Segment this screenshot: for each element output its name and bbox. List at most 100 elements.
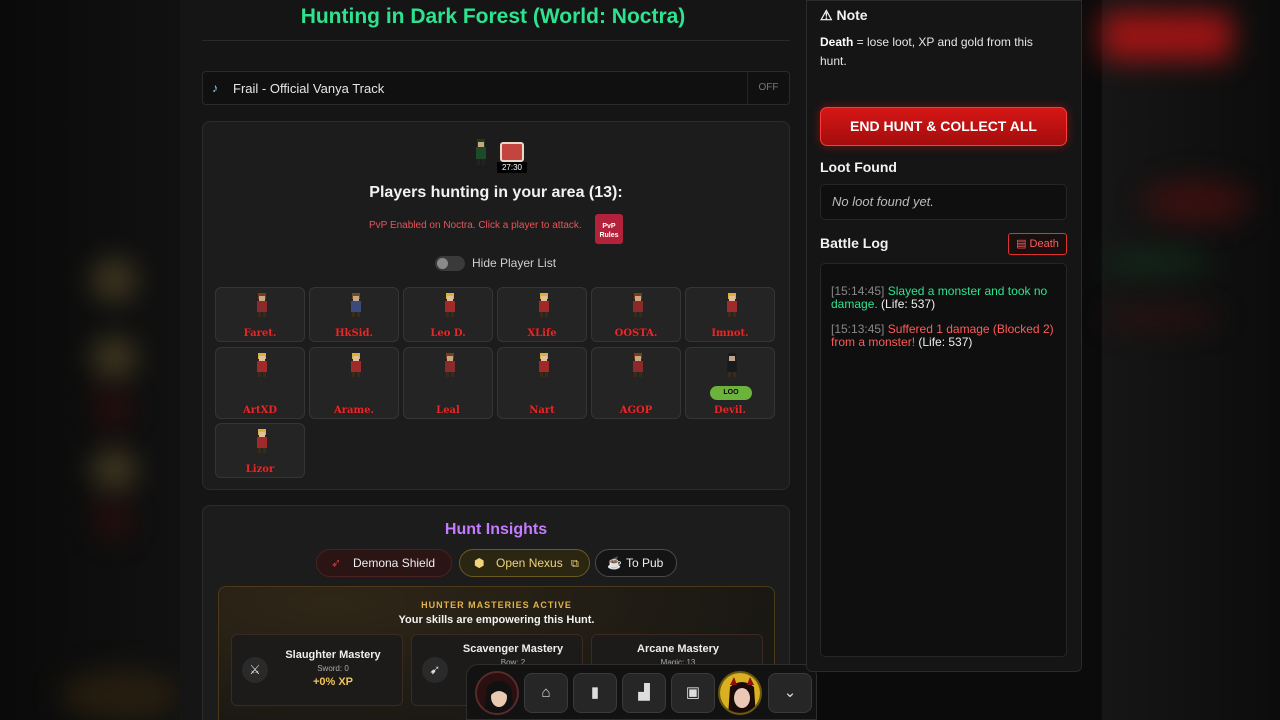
companion-portrait-icon [720,673,760,713]
book-icon: ▤ [1016,238,1027,250]
note-title: Note [836,7,868,23]
insights-title: Hunt Insights [444,521,548,538]
player-sprite-icon [727,293,737,317]
player-name: Nart [529,405,555,416]
battle-log-heading: Battle Log [820,235,889,251]
battle-log: [15:14:45] Slayed a monster and took no … [820,263,1067,657]
hunter-sprite-icon [476,139,486,165]
pvp-notice: PvP Enabled on Noctra. Click a player to… [369,220,582,231]
warning-icon: ⚠ [820,7,833,23]
background-left [0,0,180,720]
player-card[interactable]: Nart [497,347,587,419]
player-sprite-icon [633,353,643,377]
demona-shield-button[interactable]: ➶ Demona Shield [316,549,452,577]
open-nexus-button[interactable]: ⬢ Open Nexus ⧉ [459,549,590,577]
background-right [1102,0,1280,720]
note-death-word: Death [820,35,854,49]
companion-avatar[interactable] [718,671,762,715]
death-button-label: Death [1029,238,1059,250]
death-log-button[interactable]: ▤ Death [1008,233,1067,255]
player-sprite-icon [257,353,267,377]
player-sprite-icon [445,293,455,317]
page-title: Hunting in Dark Forest (World: Noctra) [300,5,686,28]
loot-chest-icon[interactable] [500,142,524,162]
masteries-heading: HUNTER MASTERIES ACTIVE [421,600,572,610]
player-name: XLife [527,328,557,339]
player-sprite-icon [257,429,267,453]
player-card[interactable]: ArtXD [215,347,305,419]
mug-icon: ▮ [590,684,600,701]
demona-shield-label: Demona Shield [353,556,436,570]
player-card[interactable]: HkSid. [309,287,399,342]
player-name: Faret. [243,328,277,339]
nav-expand-button[interactable]: ⌄ [768,673,812,713]
player-sprite-icon [633,293,643,317]
divider [202,40,790,41]
nav-leaderboard-button[interactable]: ▟ [622,673,666,713]
mastery-bonus: +0% XP [312,676,354,688]
feather-icon: ➶ [331,556,342,570]
player-card[interactable]: XLife [497,287,587,342]
chevron-down-icon: ⌄ [783,684,797,701]
nav-pub-button[interactable]: ▮ [573,673,617,713]
player-card[interactable]: Leo D. [403,287,493,342]
player-sprite-icon [351,293,361,317]
player-card[interactable]: OOSTA. [591,287,681,342]
player-name: Devil. [714,405,746,416]
nav-money-button[interactable]: ▣ [671,673,715,713]
player-card[interactable]: LOO Devil. [685,347,775,419]
pvp-rules-button[interactable]: PvP Rules [595,214,623,244]
log-entry: [15:13:45] Suffered 1 damage (Blocked 2)… [831,323,1059,349]
player-sprite-icon [539,353,549,377]
player-card[interactable]: Faret. [215,287,305,342]
log-life: (Life: 537) [918,335,973,349]
money-icon: ▣ [685,684,701,701]
mastery-name: Arcane Mastery [637,643,719,655]
music-player[interactable]: ♪ Frail - Official Vanya Track OFF [202,71,790,105]
log-entry: [15:14:45] Slayed a monster and took no … [831,285,1059,311]
player-card[interactable]: Imnot. [685,287,775,342]
music-track-title: Frail - Official Vanya Track [233,81,385,96]
player-name: Leal [436,405,460,416]
music-note-icon: ♪ [212,81,218,95]
loot-list: No loot found yet. [820,184,1067,220]
chest-timer: 27:30 [497,162,527,173]
player-name: OOSTA. [614,328,658,339]
player-card[interactable]: Arame. [309,347,399,419]
player-name: Arame. [334,405,374,416]
podium-icon: ▟ [638,684,650,701]
log-timestamp: [15:13:45] [831,322,885,336]
hunt-main: Hunting in Dark Forest (World: Noctra) ♪… [180,0,806,720]
player-sprite-icon [351,353,361,377]
player-guild-badge: LOO [710,386,752,400]
player-avatar[interactable] [475,671,519,715]
end-hunt-button[interactable]: END HUNT & COLLECT ALL [820,107,1067,146]
avatar-portrait-icon [477,673,517,713]
hex-icon: ⬢ [474,556,485,570]
player-name: Imnot. [711,328,749,339]
mastery-name: Slaughter Mastery [285,649,381,661]
loot-found-heading: Loot Found [820,159,897,175]
music-toggle[interactable]: OFF [747,72,789,104]
mastery-card-slaughter: ⚔ Slaughter Mastery Sword: 0 +0% XP [231,634,403,706]
bottom-nav: ⌂ ▮ ▟ ▣ ⌄ [466,664,817,720]
masteries-subheading: Your skills are empowering this Hunt. [398,614,595,626]
player-card[interactable]: Lizor [215,423,305,478]
hunt-panel: 27:30 Players hunting in your area (13):… [202,121,790,490]
player-name: AGOP [619,405,653,416]
player-sprite-icon [257,293,267,317]
mastery-level: Sword: 0 [317,664,349,673]
hide-player-list-label: Hide Player List [472,256,557,270]
player-sprite-icon [445,353,455,377]
mastery-name: Scavenger Mastery [462,643,564,655]
player-card[interactable]: AGOP [591,347,681,419]
player-card[interactable]: Leal [403,347,493,419]
to-pub-label: To Pub [626,556,664,570]
to-pub-button[interactable]: ☕ To Pub [595,549,677,577]
note-heading: ⚠ Note [820,7,868,24]
player-sprite-icon [539,293,549,317]
players-heading: Players hunting in your area (13): [369,184,623,201]
hide-player-list-toggle[interactable] [435,256,465,271]
log-timestamp: [15:14:45] [831,284,885,298]
nav-home-button[interactable]: ⌂ [524,673,568,713]
